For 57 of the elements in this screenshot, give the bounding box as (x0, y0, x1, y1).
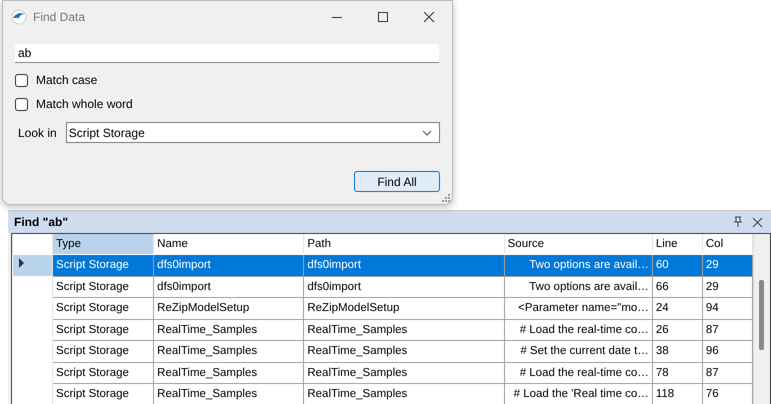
app-logo-icon (11, 8, 27, 24)
table-cell: # Set the current date t… (504, 340, 652, 362)
table-cell: 66 (652, 276, 702, 298)
table-cell: dfs0import (304, 276, 504, 298)
table-cell: Script Storage (52, 319, 154, 341)
resize-grip-icon[interactable] (442, 194, 450, 202)
pin-icon[interactable] (732, 216, 744, 228)
table-cell: 26 (652, 319, 702, 341)
option-label: Match case (36, 73, 98, 87)
checkbox[interactable] (15, 74, 28, 86)
table-cell: 60 (652, 254, 702, 276)
window-title: Find Data (33, 10, 86, 24)
table-cell: RealTime_Samples (304, 340, 504, 362)
find-all-button[interactable]: Find All (354, 171, 440, 192)
table-cell: dfs0import (304, 254, 504, 276)
table-cell: RealTime_Samples (304, 362, 504, 384)
table-cell: Script Storage (52, 298, 154, 320)
column-header[interactable]: Type (52, 234, 154, 255)
table-cell: <Parameter name="mo… (504, 298, 652, 320)
table-cell: RealTime_Samples (154, 362, 304, 384)
table-cell: # Load the real-time co… (504, 362, 652, 384)
panel-title: Find "ab" (14, 215, 70, 229)
column-header[interactable]: Col (702, 234, 752, 255)
look-in-dropdown[interactable]: Script Storage (66, 122, 440, 143)
table-cell: 78 (652, 362, 702, 384)
table-cell: 38 (652, 340, 702, 362)
column-header[interactable]: Path (304, 234, 504, 255)
close-icon[interactable] (752, 216, 763, 228)
column-header[interactable]: Line (652, 234, 702, 255)
row-header[interactable] (12, 254, 53, 276)
table-cell: dfs0import (154, 276, 304, 298)
table-cell: Script Storage (52, 254, 154, 276)
row-pointer-icon (18, 258, 24, 268)
table-cell: dfs0import (154, 254, 304, 276)
chevron-down-icon (421, 128, 433, 138)
table-cell: Two options are avail… (504, 276, 652, 298)
table-cell: 29 (702, 254, 752, 276)
maximize-icon[interactable] (377, 10, 389, 22)
table-cell: Script Storage (52, 362, 154, 384)
close-icon[interactable] (423, 10, 435, 22)
table-cell: 24 (652, 298, 702, 320)
table-cell: # Load the real-time co… (504, 319, 652, 341)
scrollbar[interactable] (753, 234, 770, 404)
table-cell: RealTime_Samples (304, 319, 504, 341)
option-label: Match whole word (36, 97, 133, 111)
field-label: Look in (18, 126, 57, 140)
column-header[interactable]: Source (504, 234, 652, 255)
table-cell: RealTime_Samples (154, 319, 304, 341)
table-cell: Script Storage (52, 340, 154, 362)
column-header[interactable]: Name (154, 234, 304, 255)
table-cell: ReZipModelSetup (304, 298, 504, 320)
search-field[interactable]: ab (15, 44, 439, 63)
checkbox[interactable] (15, 98, 28, 110)
table-cell: Script Storage (52, 276, 154, 298)
table-cell: ReZipModelSetup (154, 298, 304, 320)
table-cell: Two options are avail… (504, 254, 652, 276)
table-cell: RealTime_Samples (154, 340, 304, 362)
